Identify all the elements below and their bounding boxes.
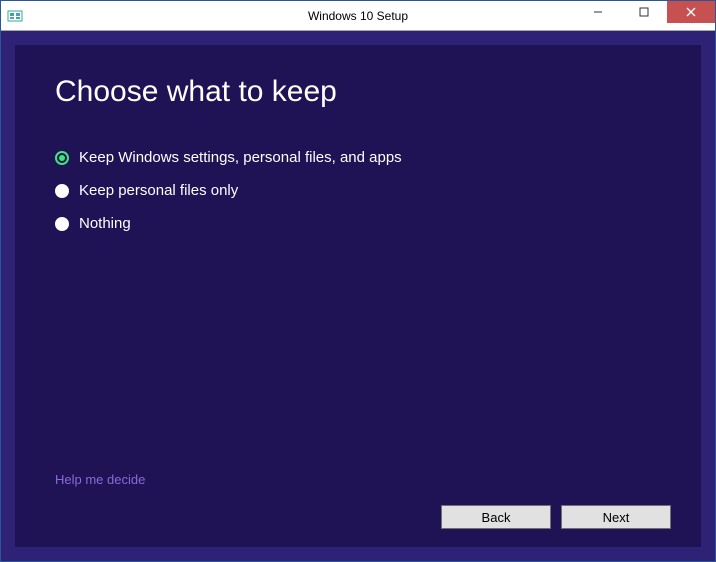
help-link[interactable]: Help me decide: [55, 472, 145, 487]
option-label: Keep personal files only: [79, 182, 238, 199]
page-heading: Choose what to keep: [55, 75, 661, 109]
minimize-button[interactable]: [575, 1, 621, 23]
maximize-icon: [639, 7, 649, 17]
back-button[interactable]: Back: [441, 505, 551, 529]
close-icon: [686, 7, 696, 17]
radio-icon: [55, 151, 69, 165]
option-label: Nothing: [79, 215, 131, 232]
option-files-only[interactable]: Keep personal files only: [55, 182, 661, 199]
setup-window: Windows 10 Setup Choose what to keep Kee…: [0, 0, 716, 562]
minimize-icon: [593, 7, 603, 17]
options-group: Keep Windows settings, personal files, a…: [55, 149, 661, 232]
option-nothing[interactable]: Nothing: [55, 215, 661, 232]
option-keep-everything[interactable]: Keep Windows settings, personal files, a…: [55, 149, 661, 166]
close-button[interactable]: [667, 1, 715, 23]
maximize-button[interactable]: [621, 1, 667, 23]
content-area: Choose what to keep Keep Windows setting…: [15, 45, 701, 547]
titlebar: Windows 10 Setup: [1, 1, 715, 31]
button-row: Back Next: [441, 505, 671, 529]
next-button[interactable]: Next: [561, 505, 671, 529]
radio-icon: [55, 217, 69, 231]
window-controls: [575, 1, 715, 30]
setup-icon: [7, 8, 23, 24]
option-label: Keep Windows settings, personal files, a…: [79, 149, 402, 166]
radio-icon: [55, 184, 69, 198]
